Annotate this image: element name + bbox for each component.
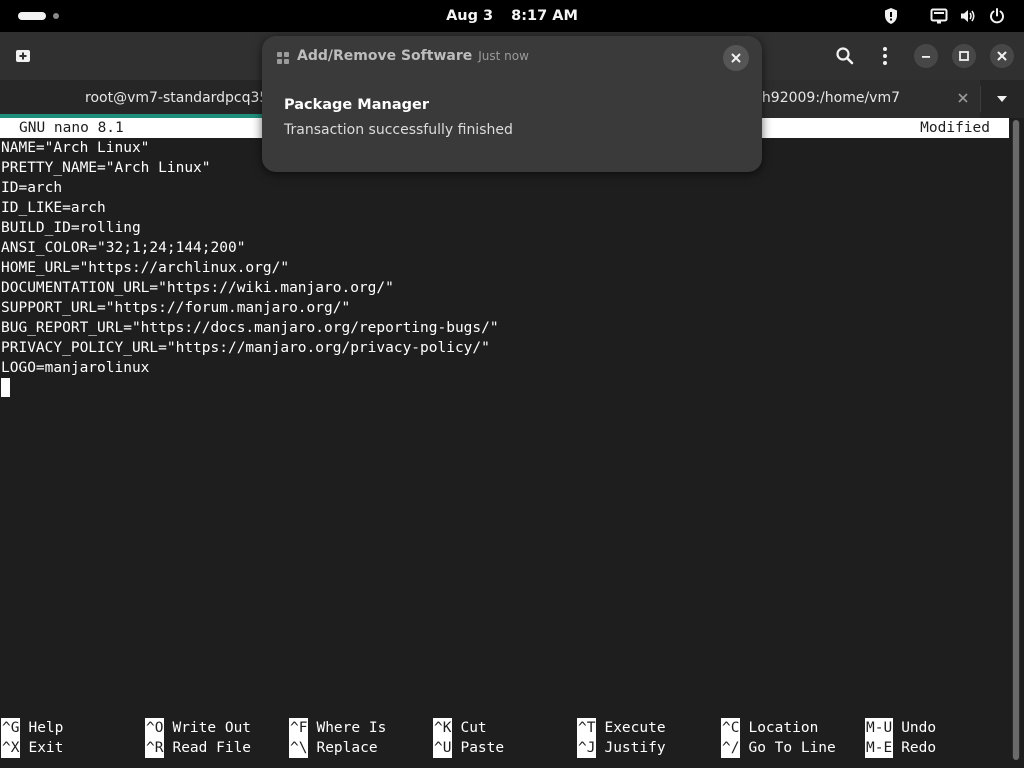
shortcut-cut[interactable]: ^K Cut (433, 718, 487, 738)
shortcut-location[interactable]: ^C Location (721, 718, 818, 738)
shortcut-paste[interactable]: ^U Paste (433, 738, 504, 758)
shortcut-key: ^T (577, 718, 597, 738)
tab-close-icon[interactable] (956, 91, 970, 105)
new-tab-icon[interactable] (11, 44, 35, 68)
tab-label: ch92009:/home/vm7 (754, 90, 900, 106)
file-line: SUPPORT_URL="https://forum.manjaro.org/" (1, 300, 351, 316)
shortcut-key: ^K (433, 718, 453, 738)
shortcut-label: Undo (901, 720, 937, 736)
shortcut-go-to-line[interactable]: ^/ Go To Line (721, 738, 836, 758)
system-tray[interactable] (882, 7, 1008, 25)
close-icon (997, 51, 1007, 61)
menu-kebab-icon[interactable] (873, 44, 897, 68)
notification-banner[interactable]: Add/Remove Software Just now Package Mana… (262, 36, 762, 172)
workspace-active-pill (18, 12, 46, 20)
top-bar: Aug 3 8:17 AM (0, 0, 1024, 32)
shortcut-label: Read File (172, 740, 252, 756)
volume-icon[interactable] (959, 7, 977, 25)
shortcut-key: ^U (433, 738, 453, 758)
shortcut-label: Where Is (316, 720, 387, 736)
search-icon[interactable] (833, 44, 857, 68)
minimize-icon (922, 56, 930, 58)
file-line: PRETTY_NAME="Arch Linux" (1, 160, 211, 176)
shortcut-help[interactable]: ^G Help (1, 718, 63, 738)
shortcut-execute[interactable]: ^T Execute (577, 718, 666, 738)
clock[interactable]: Aug 3 8:17 AM (0, 0, 1024, 32)
shortcut-undo[interactable]: M-U Undo (865, 718, 936, 738)
shortcut-key: ^O (145, 718, 165, 738)
close-button[interactable] (990, 44, 1014, 68)
file-line: ID=arch (1, 180, 63, 196)
nano-version: GNU nano 8.1 (19, 120, 124, 136)
shortcut-label: Write Out (172, 720, 252, 736)
file-line: ID_LIKE=arch (1, 200, 106, 216)
activities-indicator[interactable] (18, 12, 59, 20)
file-line: PRIVACY_POLICY_URL="https://manjaro.org/… (1, 340, 490, 356)
file-line: DOCUMENTATION_URL="https://wiki.manjaro.… (1, 280, 394, 296)
minimize-button[interactable] (914, 44, 938, 68)
privacy-shield-icon[interactable] (882, 7, 900, 25)
shortcut-exit[interactable]: ^X Exit (1, 738, 63, 758)
clock-date: Aug 3 (446, 8, 494, 24)
tab-label: root@vm7-standardpcq35 (85, 90, 269, 106)
file-line: HOME_URL="https://archlinux.org/" (1, 260, 290, 276)
shortcut-write-out[interactable]: ^O Write Out (145, 718, 251, 738)
nano-modified-status: Modified (920, 120, 990, 136)
notification-close-button[interactable] (723, 45, 749, 71)
maximize-icon (959, 51, 969, 61)
shortcut-label: Cut (460, 720, 487, 736)
shortcut-key: M-U (865, 718, 894, 738)
file-line: BUG_REPORT_URL="https://docs.manjaro.org… (1, 320, 499, 336)
file-line: BUILD_ID=rolling (1, 220, 141, 236)
network-icon[interactable] (930, 7, 948, 25)
shortcut-label: Location (748, 720, 819, 736)
shortcut-justify[interactable]: ^J Justify (577, 738, 666, 758)
scrollbar-thumb[interactable] (1013, 120, 1019, 760)
notification-timestamp: Just now (478, 49, 529, 63)
shortcut-key: ^/ (721, 738, 741, 758)
shortcut-key: ^C (721, 718, 741, 738)
shortcut-label: Help (28, 720, 64, 736)
shortcut-key: ^G (1, 718, 21, 738)
shortcut-read-file[interactable]: ^R Read File (145, 738, 251, 758)
text-cursor (1, 378, 10, 397)
terminal-scrollbar[interactable] (1012, 120, 1020, 760)
tab-list-chevron-down-icon[interactable] (980, 80, 1024, 118)
shortcut-label: Justify (604, 740, 666, 756)
shortcut-redo[interactable]: M-E Redo (865, 738, 936, 758)
workspace-dot (53, 13, 59, 19)
file-line: ANSI_COLOR="32;1;24;144;200" (1, 240, 246, 256)
notification-app-name: Add/Remove Software Just now (297, 48, 529, 64)
shortcut-key: M-E (865, 738, 894, 758)
power-icon[interactable] (988, 7, 1006, 25)
notification-app-label: Add/Remove Software (297, 48, 473, 64)
shortcut-where-is[interactable]: ^F Where Is (289, 718, 386, 738)
notification-body: Transaction successfully finished (284, 122, 513, 138)
file-line: NAME="Arch Linux" (1, 140, 150, 156)
close-icon (731, 53, 741, 63)
notification-title: Package Manager (284, 97, 429, 113)
clock-time: 8:17 AM (511, 8, 578, 24)
shortcut-key: ^X (1, 738, 21, 758)
maximize-button[interactable] (952, 44, 976, 68)
shortcut-key: ^F (289, 718, 309, 738)
shortcut-label: Replace (316, 740, 378, 756)
terminal-area[interactable]: GNU nano 8.1 Modified NAME="Arch Linux" … (0, 118, 1010, 768)
file-line: LOGO=manjarolinux (1, 360, 150, 376)
shortcut-key: ^R (145, 738, 165, 758)
shortcut-key: ^J (577, 738, 597, 758)
shortcut-label: Execute (604, 720, 666, 736)
shortcut-replace[interactable]: ^\ Replace (289, 738, 378, 758)
shortcut-label: Redo (901, 740, 937, 756)
shortcut-label: Go To Line (748, 740, 836, 756)
shortcut-key: ^\ (289, 738, 309, 758)
shortcut-label: Paste (460, 740, 505, 756)
shortcut-label: Exit (28, 740, 64, 756)
software-app-icon (277, 52, 289, 64)
